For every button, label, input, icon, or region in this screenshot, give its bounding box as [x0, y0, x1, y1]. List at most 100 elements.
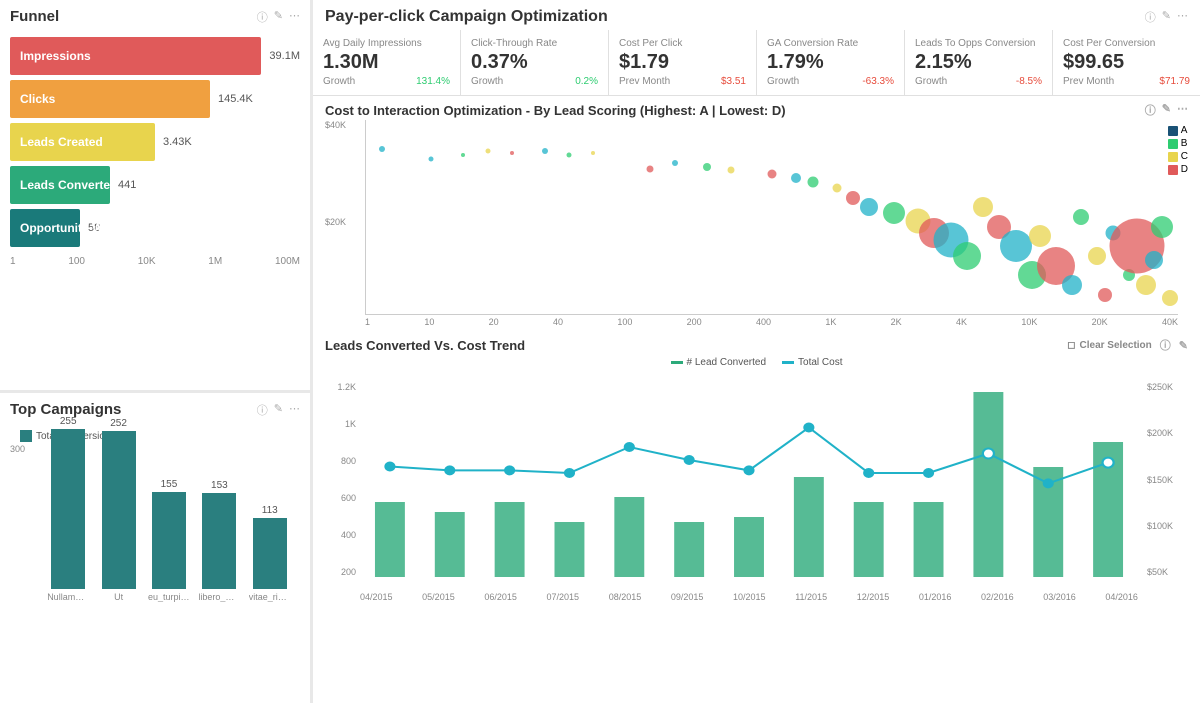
line-y-right: $250K$200K$150K$100K$50K	[1143, 382, 1188, 577]
line-dot	[625, 443, 634, 451]
funnel-bar-value: 145.4K	[218, 93, 253, 105]
campaign-bar-item[interactable]: 155 eu_turpis_Nulla...	[148, 479, 190, 602]
scatter-x-label: 40	[553, 317, 563, 327]
scatter-bubble	[379, 146, 385, 152]
scatter-x-label: 100	[617, 317, 632, 327]
funnel-bar-row[interactable]: Leads Converted 441	[10, 166, 300, 204]
kpi-card-0: Avg Daily Impressions 1.30M Growth 131.4…	[313, 30, 461, 95]
ppc-edit-icon[interactable]: ✎	[1162, 9, 1171, 25]
scatter-legend: ABCD	[1168, 125, 1188, 177]
legend-item: B	[1168, 138, 1188, 149]
funnel-bar-row[interactable]: Opportunity Won 58	[10, 209, 300, 247]
legend-item: D	[1168, 164, 1188, 175]
funnel-axis: 110010K1M100M	[10, 252, 300, 267]
scatter-x-label: 4K	[956, 317, 967, 327]
funnel-axis-label: 100	[68, 256, 85, 267]
line-info-icon[interactable]: ⓘ	[1160, 337, 1171, 353]
line-chart-container: 1.2K1K800600400200 $250K$200K$150K$100K$…	[325, 372, 1188, 602]
scatter-bubble	[510, 151, 514, 155]
line-x-label: 03/2016	[1043, 592, 1076, 602]
funnel-bar-label: Impressions	[20, 49, 91, 63]
campaign-bar-item[interactable]: 113 vitae_risus_d...	[249, 505, 291, 602]
campaign-bar-item[interactable]: 153 libero_Morbi_ac...	[198, 480, 240, 602]
scatter-x-label: 1K	[825, 317, 836, 327]
scatter-x-label: 200	[687, 317, 702, 327]
camp-info-icon[interactable]: ⓘ	[257, 402, 268, 418]
clear-selection[interactable]: ◻ Clear Selection	[1067, 340, 1152, 351]
line-dot	[1103, 458, 1114, 468]
line-edit-icon[interactable]: ✎	[1179, 339, 1188, 352]
funnel-panel: Funnel ⓘ ✎ ⋯ Impressions 39.1M Clicks 14…	[0, 0, 310, 390]
funnel-bar-row[interactable]: Impressions 39.1M	[10, 37, 300, 75]
line-bar	[495, 502, 525, 577]
bar-label: eu_turpis_Nulla...	[148, 592, 190, 602]
camp-edit-icon[interactable]: ✎	[274, 402, 283, 418]
scatter-bubble	[1162, 290, 1178, 306]
scatter-x-label: 1	[365, 317, 370, 327]
scatter-more-icon[interactable]: ⋯	[1177, 102, 1188, 118]
scatter-x-label: 20K	[1092, 317, 1108, 327]
scatter-bubble	[703, 163, 711, 171]
kpi-sub: Prev Month $3.51	[619, 76, 746, 87]
edit-icon[interactable]: ✎	[274, 9, 283, 25]
bar-group: 255 Nullam_jobortis... 252 Ut 155 eu_tur…	[38, 442, 300, 602]
scatter-bubble	[1145, 251, 1163, 269]
funnel-bar-row[interactable]: Clicks 145.4K	[10, 80, 300, 118]
bar-value: 153	[211, 480, 228, 491]
line-dot	[864, 469, 873, 477]
line-chart-title: Leads Converted Vs. Cost Trend ◻ Clear S…	[325, 337, 1188, 353]
bar-rect	[102, 431, 136, 589]
line-dot	[924, 469, 933, 477]
more-icon[interactable]: ⋯	[289, 9, 300, 25]
scatter-bubble	[846, 191, 860, 205]
scatter-bubble	[591, 151, 595, 155]
line-x-label: 04/2016	[1105, 592, 1138, 602]
kpi-sub: Growth 0.2%	[471, 76, 598, 87]
kpi-card-4: Leads To Opps Conversion 2.15% Growth -8…	[905, 30, 1053, 95]
line-bar	[674, 522, 704, 577]
scatter-bubble	[973, 197, 993, 217]
campaign-bar-item[interactable]: 252 Ut	[98, 418, 140, 602]
scatter-bubble	[567, 152, 572, 157]
funnel-bar-label: Leads Converted	[20, 178, 117, 192]
line-dot	[685, 456, 694, 464]
kpi-card-5: Cost Per Conversion $99.65 Prev Month $7…	[1053, 30, 1200, 95]
line-x-labels: 04/201505/201506/201507/201508/201509/20…	[360, 592, 1138, 602]
scatter-bubble	[1136, 275, 1156, 295]
scatter-bubble	[1151, 216, 1173, 238]
scatter-bubble	[860, 198, 878, 216]
campaign-bar-item[interactable]: 255 Nullam_jobortis...	[47, 416, 89, 602]
bar-rect	[202, 493, 236, 589]
ppc-more-icon[interactable]: ⋯	[1177, 9, 1188, 25]
legend-item: C	[1168, 151, 1188, 162]
kpi-value: 2.15%	[915, 51, 1042, 74]
funnel-header: Funnel ⓘ ✎ ⋯	[0, 0, 310, 29]
scatter-edit-icon[interactable]: ✎	[1162, 102, 1171, 118]
line-dot	[745, 466, 754, 474]
scatter-bubble	[1000, 230, 1032, 262]
ppc-title: Pay-per-click Campaign Optimization	[325, 8, 608, 26]
scatter-y-axis: $40K $20K	[325, 120, 346, 315]
ppc-info-icon[interactable]: ⓘ	[1145, 9, 1156, 25]
kpi-name: Leads To Opps Conversion	[915, 38, 1042, 49]
bar-label: libero_Morbi_ac...	[198, 592, 240, 602]
kpi-name: Click-Through Rate	[471, 38, 598, 49]
campaigns-content: Total Conversions 300 255 Nullam_joborti…	[0, 422, 310, 606]
funnel-axis-label: 100M	[275, 256, 300, 267]
bar-label: Nullam_jobortis...	[47, 592, 89, 602]
scatter-bubble	[647, 165, 654, 172]
funnel-bar-row[interactable]: Leads Created 3.43K	[10, 123, 300, 161]
ppc-header: Pay-per-click Campaign Optimization ⓘ ✎ …	[313, 0, 1200, 30]
kpi-sub: Growth -8.5%	[915, 76, 1042, 87]
bar-value: 155	[161, 479, 178, 490]
camp-more-icon[interactable]: ⋯	[289, 402, 300, 418]
info-icon[interactable]: ⓘ	[257, 9, 268, 25]
line-bar	[854, 502, 884, 577]
funnel-content: Impressions 39.1M Clicks 145.4K Leads Cr…	[0, 29, 310, 275]
line-bar	[973, 392, 1003, 577]
line-dot	[983, 449, 994, 459]
line-dot	[804, 424, 813, 432]
bar-label: vitae_risus_d...	[249, 592, 291, 602]
scatter-info-icon[interactable]: ⓘ	[1145, 102, 1156, 118]
funnel-bar-label: Leads Created	[20, 135, 103, 149]
